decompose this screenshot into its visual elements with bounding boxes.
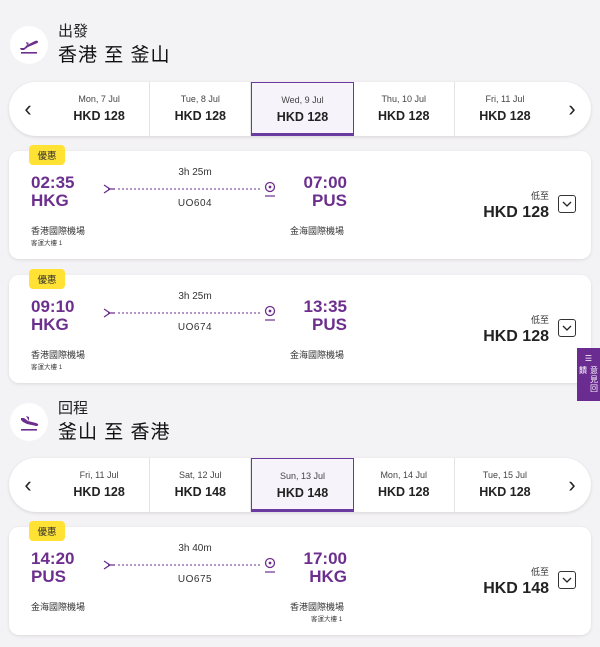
return-date-bar: ‹ Fri, 11 Jul HKD 128 Sat, 12 Jul HKD 14…: [9, 458, 591, 512]
outbound-date-cell[interactable]: Thu, 10 Jul HKD 128: [354, 82, 455, 136]
departure-code: HKG: [31, 315, 69, 334]
plane-takeoff-icon: [10, 26, 48, 64]
flight-card[interactable]: 優惠 09:10 HKG 香港國際機場 客運大樓 1 3h 25m UO674 …: [9, 269, 591, 383]
return-date-cell[interactable]: Mon, 14 Jul HKD 128: [354, 458, 455, 512]
date-label: Mon, 7 Jul: [78, 94, 120, 104]
feedback-label: 意見回饋: [578, 366, 599, 393]
flight-card[interactable]: 優惠 14:20 PUS 金海國際機場 3h 40m UO675 17:00 H…: [9, 521, 591, 635]
flight-card[interactable]: 優惠 02:35 HKG 香港國際機場 客運大樓 1 3h 25m UO604 …: [9, 145, 591, 259]
return-date-cell[interactable]: Fri, 11 Jul HKD 128: [49, 458, 151, 512]
outbound-date-cell[interactable]: Mon, 7 Jul HKD 128: [49, 82, 151, 136]
date-price: HKD 128: [378, 485, 430, 499]
flight-number: UO674: [177, 322, 213, 333]
route-line-icon: [103, 181, 276, 197]
date-label: Tue, 15 Jul: [482, 470, 528, 480]
departure-time: 09:10: [31, 297, 75, 316]
departure-airport: 香港國際機場: [31, 226, 86, 236]
promo-badge: 優惠: [29, 145, 65, 165]
outbound-route: 香港 至 釜山: [58, 45, 171, 66]
return-date-cell[interactable]: Tue, 15 Jul HKD 128: [455, 458, 555, 512]
from-label: 低至: [530, 191, 549, 201]
return-date-cells: Fri, 11 Jul HKD 128 Sat, 12 Jul HKD 148 …: [49, 458, 555, 512]
chevron-left-icon[interactable]: ‹: [11, 82, 45, 136]
date-price: HKD 128: [378, 109, 430, 123]
feedback-tab[interactable]: ☰ 意見回饋: [577, 348, 600, 401]
date-label: Mon, 14 Jul: [380, 470, 427, 480]
feedback-icon: ☰: [584, 354, 593, 363]
flight-price: HKD 148: [483, 580, 549, 597]
arrival-time: 07:00: [303, 173, 347, 192]
date-price: HKD 148: [174, 485, 227, 499]
flight-price: HKD 128: [483, 328, 549, 345]
arrival-code: HKG: [309, 567, 347, 586]
date-price: HKD 128: [73, 485, 125, 499]
arrival-airport: 金海國際機場: [290, 350, 345, 360]
departure-code: HKG: [31, 191, 69, 210]
arrival-airport: 香港國際機場: [290, 602, 345, 612]
departure-terminal: 客運大樓 1: [31, 240, 63, 247]
flight-number: UO675: [177, 574, 213, 585]
outbound-date-cell[interactable]: Tue, 8 Jul HKD 128: [150, 82, 252, 136]
departure-time: 02:35: [31, 173, 75, 192]
return-date-cell-selected[interactable]: Sun, 13 Jul HKD 148: [251, 458, 354, 512]
arrival-time: 17:00: [303, 549, 347, 568]
chevron-left-icon[interactable]: ‹: [11, 458, 45, 512]
date-label: Fri, 11 Jul: [79, 470, 119, 480]
date-price: HKD 128: [479, 109, 531, 123]
route-line-icon: [103, 305, 276, 321]
chevron-down-icon[interactable]: [558, 195, 576, 213]
arrival-airport: 金海國際機場: [290, 226, 345, 236]
return-label: 回程: [58, 400, 89, 417]
date-price: HKD 128: [174, 109, 227, 123]
outbound-date-cell[interactable]: Fri, 11 Jul HKD 128: [455, 82, 555, 136]
date-label: Sun, 13 Jul: [279, 471, 326, 481]
departure-terminal: 客運大樓 1: [31, 364, 63, 371]
date-label: Tue, 8 Jul: [180, 94, 220, 104]
return-date-cell[interactable]: Sat, 12 Jul HKD 148: [150, 458, 252, 512]
chevron-right-icon[interactable]: ›: [555, 458, 589, 512]
promo-badge: 優惠: [29, 269, 65, 289]
flight-duration: 3h 25m: [178, 167, 212, 178]
date-price: HKD 128: [73, 109, 125, 123]
departure-time: 14:20: [31, 549, 75, 568]
plane-landing-icon: [10, 403, 48, 441]
flight-duration: 3h 25m: [178, 291, 212, 302]
arrival-code: PUS: [312, 191, 347, 210]
flight-duration: 3h 40m: [178, 543, 212, 554]
outbound-date-cells: Mon, 7 Jul HKD 128 Tue, 8 Jul HKD 128 We…: [49, 82, 555, 136]
chevron-right-icon[interactable]: ›: [555, 82, 589, 136]
route-line-icon: [103, 557, 276, 573]
date-label: Sat, 12 Jul: [179, 470, 222, 480]
flight-price: HKD 128: [483, 204, 549, 221]
flight-number: UO604: [177, 198, 213, 209]
date-price: HKD 128: [479, 485, 531, 499]
arrival-code: PUS: [312, 315, 347, 334]
date-label: Fri, 11 Jul: [485, 94, 525, 104]
promo-badge: 優惠: [29, 521, 65, 541]
date-label: Thu, 10 Jul: [381, 94, 426, 104]
date-price: HKD 128: [276, 110, 329, 124]
date-label: Wed, 9 Jul: [281, 95, 324, 105]
arrival-terminal: 客運大樓 1: [311, 616, 343, 623]
departure-code: PUS: [31, 567, 66, 586]
departure-airport: 香港國際機場: [31, 350, 86, 360]
outbound-label: 出發: [58, 23, 89, 40]
return-route: 釜山 至 香港: [58, 422, 171, 443]
chevron-down-icon[interactable]: [558, 319, 576, 337]
from-label: 低至: [530, 315, 549, 325]
date-price: HKD 148: [276, 486, 329, 500]
departure-airport: 金海國際機場: [31, 602, 86, 612]
arrival-time: 13:35: [303, 297, 347, 316]
chevron-down-icon[interactable]: [558, 571, 576, 589]
outbound-date-bar: ‹ Mon, 7 Jul HKD 128 Tue, 8 Jul HKD 128 …: [9, 82, 591, 136]
outbound-date-cell-selected[interactable]: Wed, 9 Jul HKD 128: [251, 82, 354, 136]
from-label: 低至: [530, 567, 549, 577]
